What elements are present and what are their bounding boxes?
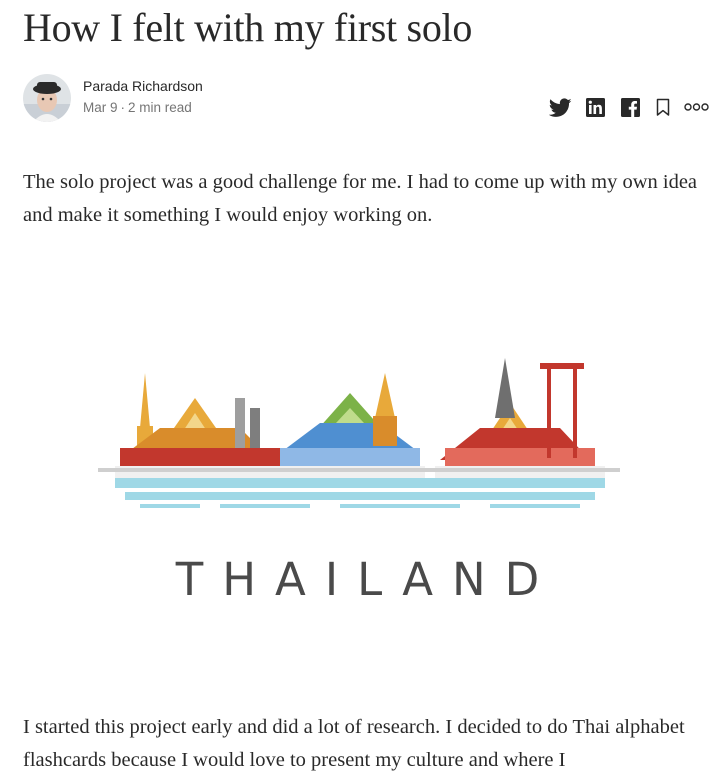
figure-caption-thailand: THAILAND — [175, 553, 559, 606]
bookmark-icon[interactable] — [656, 98, 670, 117]
more-icon[interactable] — [684, 102, 709, 112]
thailand-illustration — [40, 278, 690, 668]
facebook-icon[interactable] — [621, 98, 640, 117]
article-title: How I felt with my first solo — [23, 5, 473, 50]
share-actions — [0, 96, 728, 120]
twitter-icon[interactable] — [549, 98, 572, 118]
linkedin-icon[interactable] — [586, 98, 605, 117]
author-name[interactable]: Parada Richardson — [83, 77, 203, 95]
paragraph-research: I started this project early and did a l… — [23, 716, 685, 771]
temple-skyline-graphic — [98, 358, 620, 508]
paragraph-intro: The solo project was a good challenge fo… — [23, 171, 698, 226]
